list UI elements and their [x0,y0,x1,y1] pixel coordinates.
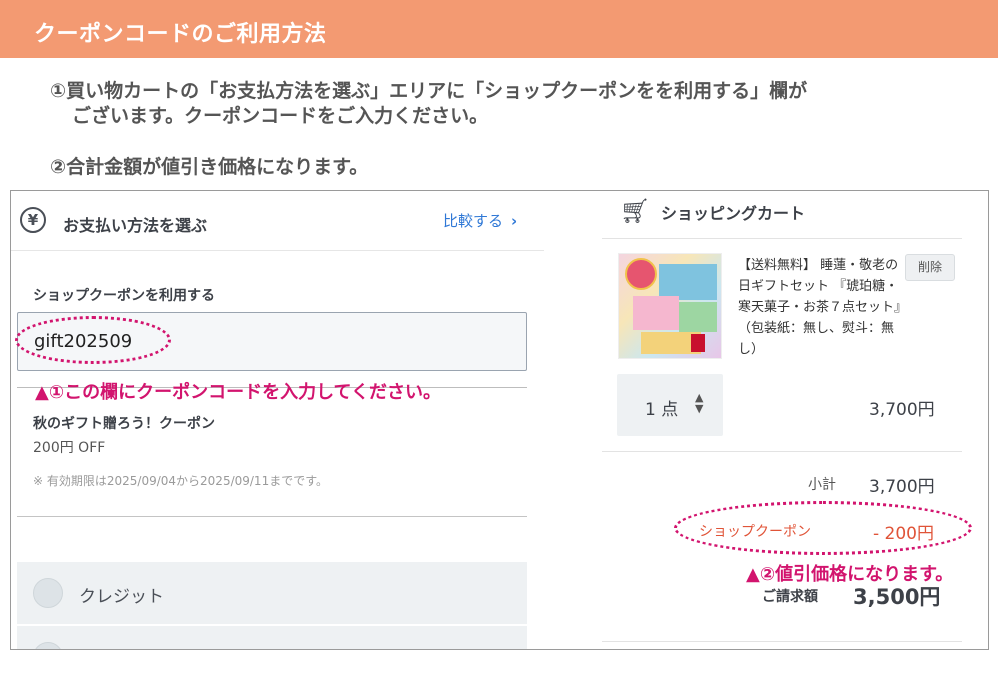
chevron-right-icon: › [511,212,518,230]
compare-link[interactable]: 比較する › [443,210,517,231]
page-header: クーポンコードのご利用方法 [0,0,998,58]
coupon-code-input[interactable] [17,312,527,371]
shop-coupon-value: - 200円 [873,524,934,544]
radio-button[interactable] [33,578,63,608]
total-value: 3,500円 [853,585,941,609]
yen-icon: ¥ [20,207,46,233]
payment-section-title: お支払い方法を選ぶ [63,216,208,235]
section-divider [17,516,527,517]
coupon-discount: 200円 OFF [33,440,106,456]
subtotal-value: 3,700円 [869,477,935,497]
cart-divider [602,238,962,239]
cart-screenshot-frame: ¥ お支払い方法を選ぶ 比較する › ショップクーポンを利用する ▲①この欄にクー… [10,190,989,650]
delete-button[interactable]: 削除 [905,254,955,281]
radio-button[interactable] [33,642,63,649]
payment-section-header: ¥ お支払い方法を選ぶ 比較する › [11,191,544,251]
instruction-step1-line1: ①買い物カートの「お支払方法を選ぶ」エリアに「ショップクーポンをを利用する」欄が [50,80,808,102]
cart-divider [602,641,962,642]
annotation-note-1: ▲①この欄にクーポンコードを入力してください。 [35,382,442,403]
quantity-value: 1 点 [645,400,679,420]
payment-option-next[interactable] [17,626,527,649]
product-name[interactable]: 【送料無料】 睡蓮・敬老の日ギフトセット 『琥珀糖・寒天菓子・お茶７点セット』（… [738,255,908,360]
payment-option-label: クレジット [79,587,164,607]
subtotal-label: 小計 [808,477,836,493]
product-thumbnail[interactable] [618,253,722,359]
quantity-select[interactable]: 1 点 ▲ ▼ [617,374,723,436]
page-title: クーポンコードのご利用方法 [34,22,327,47]
total-label: ご請求額 [762,589,818,605]
coupon-name: 秋のギフト贈ろう！クーポン [33,416,215,432]
item-price: 3,700円 [869,400,935,420]
cart-icon: 🛒︎ [620,197,651,225]
shop-coupon-label: ショップクーポン [699,524,811,540]
payment-option-credit[interactable]: クレジット [17,562,527,624]
cart-title: ショッピングカート [661,204,806,223]
compare-link-label: 比較する [443,212,504,230]
up-down-arrows-icon: ▲ ▼ [695,391,704,415]
instruction-step2: ②合計金額が値引き価格になります。 [50,156,369,178]
instruction-step1-line2: ございます。クーポンコードをご入力ください。 [72,105,489,127]
cart-divider [602,451,962,452]
coupon-field-label: ショップクーポンを利用する [33,288,215,304]
coupon-validity-note: ※ 有効期限は2025/09/04から2025/09/11までです。 [33,474,328,488]
